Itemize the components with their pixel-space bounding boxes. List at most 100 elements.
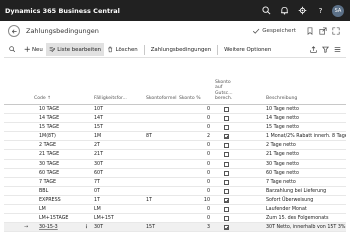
back-button[interactable] xyxy=(8,25,20,37)
column-header-description[interactable]: Beschreibung xyxy=(266,96,297,101)
new-button[interactable]: Neu xyxy=(21,43,46,56)
cell-code[interactable]: BBL xyxy=(39,187,89,196)
cell-discount-pct[interactable]: 0 xyxy=(177,123,210,132)
table-row[interactable]: 7 TAGE 7T 0 7 Tage netto xyxy=(4,178,346,187)
table-row[interactable]: 14 TAGE 14T 0 14 Tage netto xyxy=(4,114,346,124)
cell-discount-pct[interactable]: 0 xyxy=(177,114,210,123)
cell-due-date-formula[interactable]: 1T xyxy=(94,196,142,205)
cell-description[interactable]: 7 Tage netto xyxy=(266,178,346,187)
table-row[interactable]: LM+15TAGE LM+15T 0 Zum 15. des Folgemonats xyxy=(4,214,346,224)
cell-description[interactable]: Laufender Monat xyxy=(266,205,346,214)
column-header-due-date-formula[interactable]: Fälligkeitsfor... xyxy=(94,96,127,101)
table-row[interactable]: 15 TAGE 15T 0 15 Tage netto xyxy=(4,123,346,133)
cell-due-date-formula[interactable]: LM xyxy=(94,205,142,214)
cell-discount-formula[interactable]: 15T xyxy=(146,223,176,232)
cell-discount-pct[interactable]: 0 xyxy=(177,205,210,214)
column-header-discount-pct[interactable]: Skonto % xyxy=(179,96,201,101)
cell-description[interactable]: Sofort Überweisung xyxy=(266,196,346,205)
cell-due-date-formula[interactable]: 7T xyxy=(94,178,142,187)
cell-description[interactable]: 10 Tage netto xyxy=(266,105,346,114)
calc-pmt-disc-checkbox[interactable] xyxy=(224,125,229,131)
cell-discount-pct[interactable]: 0 xyxy=(177,187,210,196)
cell-due-date-formula[interactable]: 10T xyxy=(94,105,142,114)
cell-description[interactable]: Zum 15. des Folgemonats xyxy=(266,214,346,223)
cell-code[interactable]: 7 TAGE xyxy=(39,178,89,187)
cell-code[interactable]: EXPRESS xyxy=(39,196,89,205)
share-icon[interactable] xyxy=(310,46,317,53)
cell-due-date-formula[interactable]: 0T xyxy=(94,187,142,196)
cell-description[interactable]: 2 Tage netto xyxy=(266,141,346,150)
table-row[interactable]: EXPRESS 1T 1T 10 Sofort Überweisung xyxy=(4,196,346,206)
cell-discount-pct[interactable]: 3 xyxy=(177,223,210,232)
cell-code[interactable]: 21 TAGE xyxy=(39,150,89,159)
calc-pmt-disc-checkbox[interactable] xyxy=(224,188,229,194)
cell-description[interactable]: 1 Monat/2% Rabatt innerh. 8 Tagen xyxy=(266,132,346,141)
bell-icon[interactable] xyxy=(278,4,291,17)
help-icon[interactable]: ? xyxy=(314,4,327,17)
calc-pmt-disc-checkbox[interactable] xyxy=(224,170,229,176)
cell-due-date-formula[interactable]: 21T xyxy=(94,150,142,159)
open-new-window-icon[interactable] xyxy=(319,27,327,35)
calc-pmt-disc-checkbox[interactable] xyxy=(224,225,229,231)
cell-due-date-formula[interactable]: 1M xyxy=(94,132,142,141)
cell-description[interactable]: Barzahlung bei Lieferung xyxy=(266,187,346,196)
cell-code[interactable]: 10 TAGE xyxy=(39,105,89,114)
cell-discount-pct[interactable]: 10 xyxy=(177,196,210,205)
cell-due-date-formula[interactable]: 2T xyxy=(94,141,142,150)
cell-due-date-formula[interactable]: 30T xyxy=(94,223,142,232)
settings-icon[interactable] xyxy=(296,4,309,17)
table-row[interactable]: LM LM 0 Laufender Monat xyxy=(4,205,346,215)
cell-due-date-formula[interactable]: 15T xyxy=(94,123,142,132)
calc-pmt-disc-checkbox[interactable] xyxy=(224,161,229,167)
cell-discount-formula[interactable]: 8T xyxy=(146,132,176,141)
cell-code[interactable]: 14 TAGE xyxy=(39,114,89,123)
cell-due-date-formula[interactable]: 14T xyxy=(94,114,142,123)
cell-due-date-formula[interactable]: 60T xyxy=(94,169,142,178)
row-actions-button[interactable]: ⋮ xyxy=(84,223,92,232)
payment-terms-menu[interactable]: Zahlungsbedingungen xyxy=(148,43,214,56)
table-row[interactable]: → 30-15-3 ⋮ 30T 15T 3 30T Netto, innerhalb von… xyxy=(4,223,346,233)
filter-icon[interactable] xyxy=(322,46,329,53)
calc-pmt-disc-checkbox[interactable] xyxy=(224,216,229,222)
cell-description[interactable]: 60 Tage netto xyxy=(266,169,346,178)
cell-due-date-formula[interactable]: LM+15T xyxy=(94,214,142,223)
cell-description[interactable]: 21 Tage netto xyxy=(266,150,346,159)
bookmark-icon[interactable] xyxy=(306,27,314,35)
column-header-discount-formula[interactable]: Skontoformel xyxy=(146,96,177,101)
cell-description[interactable]: 30T Netto, innerhalb von 15T 3% Sk... xyxy=(266,223,346,232)
cell-code[interactable]: 30-15-3 xyxy=(39,223,89,232)
cell-discount-pct[interactable]: 0 xyxy=(177,105,210,114)
calc-pmt-disc-checkbox[interactable] xyxy=(224,152,229,158)
app-name[interactable]: Dynamics 365 Business Central xyxy=(5,7,120,15)
table-row[interactable]: 10 TAGE 10T 0 10 Tage netto xyxy=(4,105,346,115)
calc-pmt-disc-checkbox[interactable] xyxy=(224,107,229,112)
search-button[interactable] xyxy=(6,43,21,56)
cell-discount-pct[interactable]: 0 xyxy=(177,150,210,159)
cell-code[interactable]: LM+15TAGE xyxy=(39,214,89,223)
search-icon[interactable] xyxy=(260,4,273,17)
calc-pmt-disc-checkbox[interactable] xyxy=(224,179,229,185)
cell-discount-pct[interactable]: 0 xyxy=(177,214,210,223)
column-header-calc-pmt-disc[interactable]: Skonto auf Gutsc... berech. xyxy=(215,80,239,101)
table-row[interactable]: BBL 0T 0 Barzahlung bei Lieferung xyxy=(4,187,346,196)
cell-code[interactable]: 15 TAGE xyxy=(39,123,89,132)
column-header-code[interactable]: Code ↑ xyxy=(34,96,51,101)
table-row[interactable]: 60 TAGE 60T 0 60 Tage netto xyxy=(4,169,346,178)
cell-discount-pct[interactable]: 2 xyxy=(177,132,210,141)
cell-description[interactable]: 15 Tage netto xyxy=(266,123,346,132)
cell-discount-pct[interactable]: 0 xyxy=(177,169,210,178)
cell-code[interactable]: 60 TAGE xyxy=(39,169,89,178)
expand-icon[interactable] xyxy=(332,27,340,35)
calc-pmt-disc-checkbox[interactable] xyxy=(224,207,229,213)
cell-code[interactable]: 30 TAGE xyxy=(39,160,89,169)
cell-code[interactable]: 1M(8T) xyxy=(39,132,89,141)
edit-list-button[interactable]: Liste bearbeiten xyxy=(45,43,105,56)
cell-discount-formula[interactable]: 1T xyxy=(146,196,176,205)
table-row[interactable]: 30 TAGE 30T 0 30 Tage netto xyxy=(4,160,346,169)
calc-pmt-disc-checkbox[interactable] xyxy=(224,197,229,203)
calc-pmt-disc-checkbox[interactable] xyxy=(224,143,229,149)
table-row[interactable]: 2 TAGE 2T 0 2 Tage netto xyxy=(4,141,346,151)
calc-pmt-disc-checkbox[interactable] xyxy=(224,116,229,122)
cell-discount-pct[interactable]: 0 xyxy=(177,141,210,150)
cell-code[interactable]: 2 TAGE xyxy=(39,141,89,150)
